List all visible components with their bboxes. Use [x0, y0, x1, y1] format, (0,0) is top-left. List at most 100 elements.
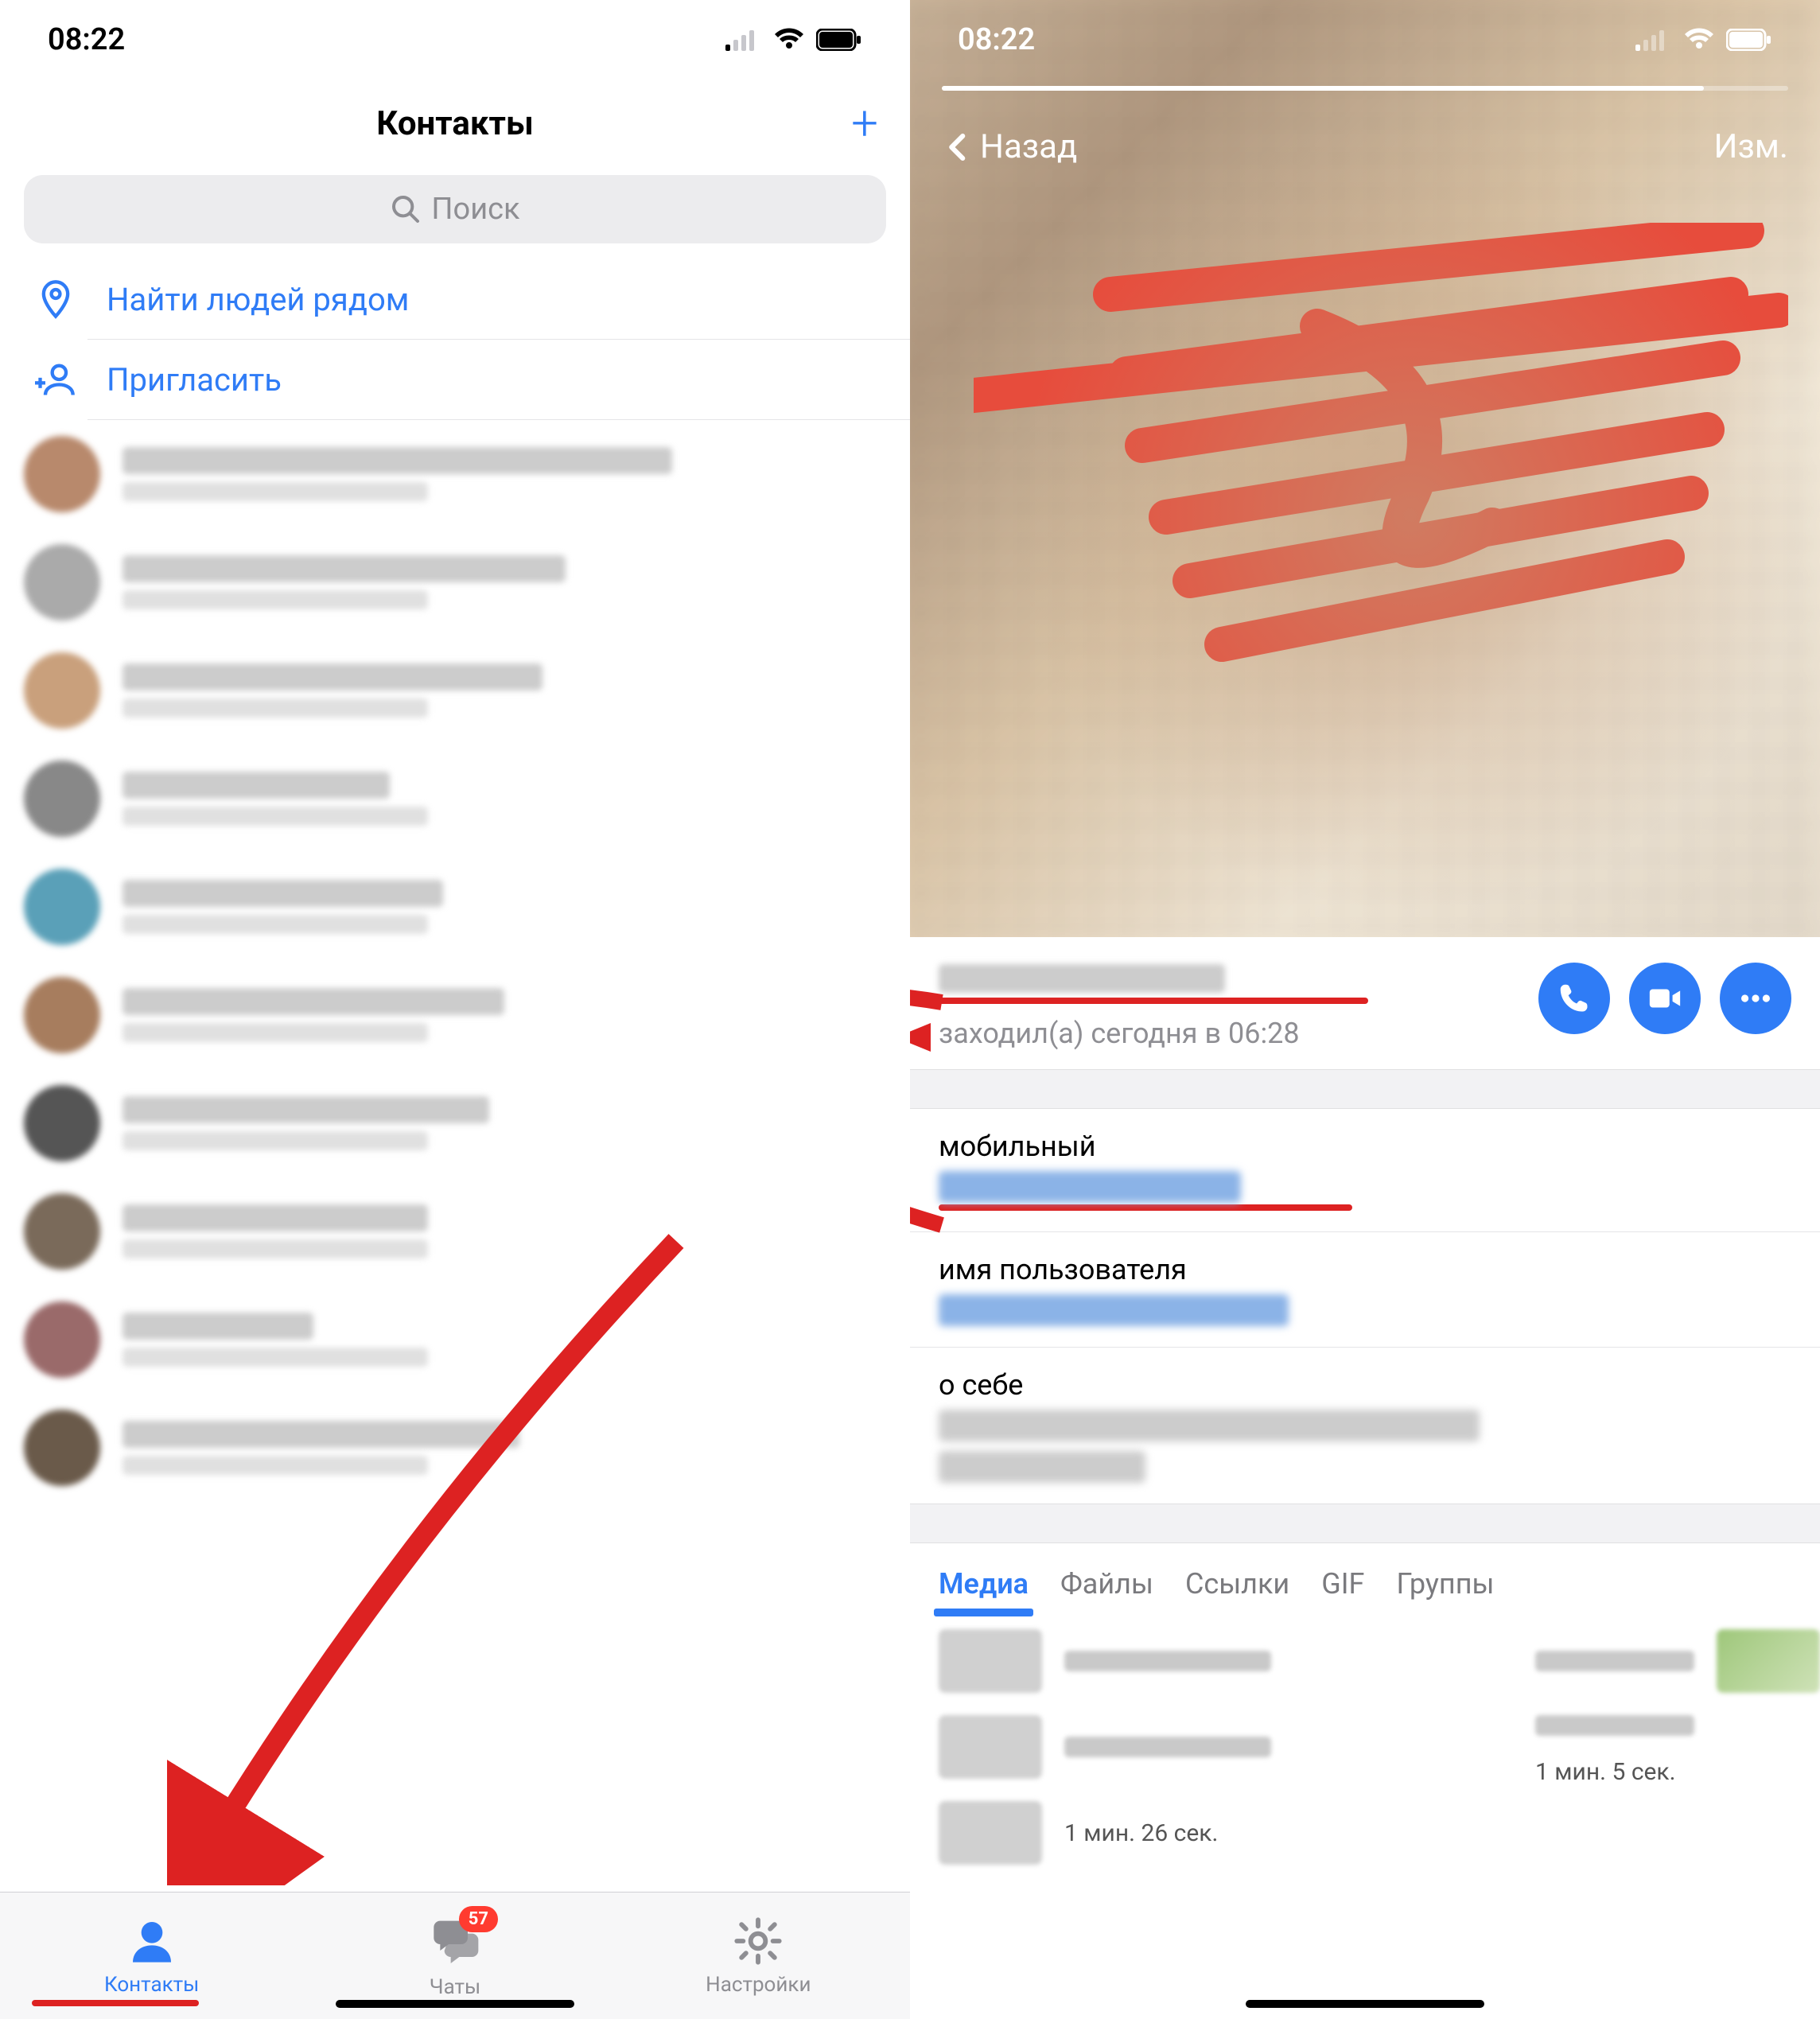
- more-icon: [1737, 980, 1774, 1017]
- media-thumb: [939, 1715, 1042, 1779]
- contact-row[interactable]: [0, 1177, 910, 1286]
- avatar: [24, 652, 100, 729]
- username-section[interactable]: имя пользователя: [910, 1232, 1820, 1348]
- tab-links[interactable]: Ссылки: [1185, 1567, 1289, 1601]
- bio-line-redacted: [939, 1410, 1480, 1441]
- mobile-label: мобильный: [939, 1130, 1791, 1163]
- gear-icon: [733, 1916, 784, 1966]
- contact-name-redacted: [939, 964, 1225, 993]
- contact-row[interactable]: [0, 853, 910, 961]
- contact-row[interactable]: [0, 528, 910, 636]
- video-call-button[interactable]: [1629, 963, 1701, 1034]
- status-icons: [725, 28, 862, 52]
- status-icons: [1635, 28, 1772, 52]
- avatar: [24, 544, 100, 620]
- annotation-underline: [32, 2000, 199, 2006]
- find-people-nearby[interactable]: Найти людей рядом: [0, 259, 910, 339]
- bio-line-redacted: [939, 1451, 1145, 1483]
- wifi-icon: [773, 28, 805, 52]
- phone-number-redacted: [939, 1171, 1241, 1203]
- status-time: 08:22: [48, 22, 125, 57]
- contacts-screen: 08:22 Контакты + Поиск Найти людей рядом…: [0, 0, 910, 2019]
- page-title: Контакты: [376, 104, 533, 143]
- media-duration: 1 мин. 5 сек.: [1535, 1758, 1676, 1786]
- media-row[interactable]: [1535, 1704, 1820, 1747]
- invite-label: Пригласить: [107, 361, 282, 399]
- username-label: имя пользователя: [939, 1253, 1791, 1286]
- edit-button[interactable]: Изм.: [1713, 127, 1788, 166]
- profile-photo[interactable]: 08:22 Назад Изм.: [910, 0, 1820, 937]
- contact-row[interactable]: [0, 1286, 910, 1394]
- action-buttons: [1538, 963, 1791, 1034]
- tab-groups[interactable]: Группы: [1396, 1567, 1494, 1601]
- profile-nav: Назад Изм.: [910, 127, 1820, 166]
- media-list[interactable]: 1 мин. 26 сек. 1 мин. 5 сек.: [910, 1618, 1820, 1876]
- header: Контакты +: [0, 80, 910, 167]
- tab-media[interactable]: Медиа: [939, 1567, 1029, 1601]
- status-time: 08:22: [958, 22, 1035, 57]
- annotation-scribble: [974, 223, 1788, 700]
- annotation-underline: [939, 998, 1368, 1004]
- section-gap: [910, 1069, 1820, 1109]
- video-icon: [1647, 980, 1683, 1017]
- contact-row[interactable]: [0, 420, 910, 528]
- back-label: Назад: [980, 127, 1077, 166]
- invite-friends[interactable]: Пригласить: [0, 340, 910, 419]
- media-title-redacted: [1064, 1651, 1271, 1671]
- chats-badge: 57: [459, 1906, 498, 1932]
- home-indicator: [336, 2000, 574, 2008]
- add-contact-button[interactable]: +: [851, 99, 878, 147]
- media-thumb: [939, 1801, 1042, 1865]
- avatar: [24, 1410, 100, 1486]
- add-person-icon: [32, 359, 80, 400]
- contact-row[interactable]: [0, 961, 910, 1069]
- call-button[interactable]: [1538, 963, 1610, 1034]
- back-button[interactable]: Назад: [942, 127, 1077, 166]
- home-indicator: [1246, 2000, 1484, 2008]
- person-icon: [126, 1916, 177, 1966]
- cellular-icon: [1635, 29, 1672, 51]
- avatar: [24, 1301, 100, 1378]
- contacts-list[interactable]: [0, 420, 910, 1502]
- story-progress: [942, 86, 1788, 91]
- tab-settings-label: Настройки: [706, 1973, 811, 1997]
- tab-files[interactable]: Файлы: [1060, 1567, 1153, 1601]
- tab-gif[interactable]: GIF: [1321, 1567, 1364, 1601]
- contact-row[interactable]: [0, 745, 910, 853]
- battery-icon: [1726, 29, 1772, 51]
- search-input[interactable]: Поиск: [24, 175, 886, 243]
- more-button[interactable]: [1720, 963, 1791, 1034]
- avatar: [24, 977, 100, 1053]
- media-tabs: Медиа Файлы Ссылки GIF Группы: [910, 1543, 1820, 1618]
- about-section: о себе: [910, 1348, 1820, 1504]
- media-thumb: [1717, 1629, 1820, 1693]
- avatar: [24, 1085, 100, 1161]
- battery-icon: [816, 29, 862, 51]
- wifi-icon: [1683, 28, 1715, 52]
- media-row[interactable]: [1535, 1618, 1820, 1704]
- contact-header: заходил(а) сегодня в 06:28: [910, 937, 1820, 1069]
- media-title-redacted: [1535, 1651, 1694, 1671]
- media-row[interactable]: 1 мин. 5 сек.: [1535, 1747, 1820, 1797]
- avatar: [24, 761, 100, 837]
- media-title-redacted: [1064, 1737, 1271, 1757]
- tab-settings[interactable]: Настройки: [607, 1893, 910, 2019]
- last-seen: заходил(а) сегодня в 06:28: [939, 1017, 1538, 1050]
- status-bar: 08:22: [910, 0, 1820, 80]
- about-label: о себе: [939, 1368, 1791, 1402]
- media-row[interactable]: 1 мин. 26 сек.: [939, 1790, 1791, 1876]
- contact-row[interactable]: [0, 636, 910, 745]
- avatar: [24, 436, 100, 512]
- contact-profile-screen: 08:22 Назад Изм.: [910, 0, 1820, 2019]
- search-icon: [390, 193, 422, 225]
- section-gap: [910, 1504, 1820, 1543]
- contact-row[interactable]: [0, 1069, 910, 1177]
- annotation-arrowhead: [910, 1023, 931, 1059]
- username-redacted: [939, 1294, 1289, 1326]
- avatar: [24, 869, 100, 945]
- contact-row[interactable]: [0, 1394, 910, 1502]
- media-thumb: [939, 1629, 1042, 1693]
- mobile-section[interactable]: мобильный: [910, 1109, 1820, 1232]
- find-nearby-label: Найти людей рядом: [107, 281, 409, 318]
- tab-contacts-label: Контакты: [104, 1973, 199, 1997]
